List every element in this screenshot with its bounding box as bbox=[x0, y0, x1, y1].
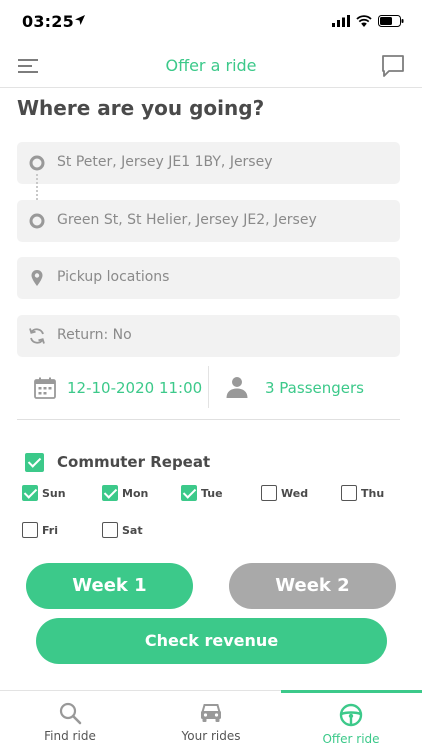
commuter-repeat-label: Commuter Repeat bbox=[57, 453, 211, 471]
commuter-repeat-checkbox[interactable] bbox=[25, 453, 44, 472]
day-checkbox-wed[interactable] bbox=[261, 485, 277, 501]
section-heading: Where are you going? bbox=[17, 96, 265, 120]
pickup-locations-field[interactable]: Pickup locations bbox=[17, 257, 400, 299]
steering-wheel-icon bbox=[339, 703, 363, 727]
to-location-field[interactable]: Green St, St Helier, Jersey JE2, Jersey bbox=[17, 200, 400, 242]
day-label-wed: Wed bbox=[281, 487, 309, 500]
day-checkbox-sun[interactable] bbox=[22, 485, 38, 501]
day-checkbox-sat[interactable] bbox=[102, 522, 118, 538]
week-1-button[interactable]: Week 1 bbox=[26, 563, 193, 609]
signal-icon bbox=[332, 15, 350, 27]
day-checkbox-fri[interactable] bbox=[22, 522, 38, 538]
tab-label-find-ride: Find ride bbox=[44, 729, 96, 743]
from-location-field[interactable]: St Peter, Jersey JE1 1BY, Jersey bbox=[17, 142, 400, 184]
chat-icon[interactable] bbox=[380, 53, 406, 79]
calendar-icon bbox=[34, 377, 56, 399]
section-divider bbox=[17, 419, 400, 420]
car-icon bbox=[201, 704, 221, 722]
passengers-value[interactable]: 3 Passengers bbox=[265, 379, 364, 397]
destination-circle-icon bbox=[29, 213, 45, 229]
nav-bar: Offer a ride bbox=[0, 44, 422, 88]
location-pin-icon bbox=[31, 270, 43, 286]
person-icon bbox=[226, 377, 248, 398]
origin-circle-icon bbox=[29, 155, 45, 171]
tab-bar: Find ride Your rides Offer ride bbox=[0, 690, 422, 750]
day-label-mon: Mon bbox=[122, 487, 149, 500]
tab-offer-ride[interactable]: Offer ride bbox=[281, 691, 421, 750]
day-label-tue: Tue bbox=[201, 487, 223, 500]
to-location-text: Green St, St Helier, Jersey JE2, Jersey bbox=[57, 212, 317, 228]
tab-find-ride[interactable]: Find ride bbox=[0, 691, 140, 750]
status-bar: 03:25 bbox=[0, 0, 422, 44]
day-checkbox-tue[interactable] bbox=[181, 485, 197, 501]
schedule-row: 12-10-2020 11:00 3 Passengers bbox=[0, 362, 422, 420]
page-title: Offer a ride bbox=[165, 56, 257, 75]
check-revenue-button[interactable]: Check revenue bbox=[36, 618, 387, 664]
pickup-locations-text: Pickup locations bbox=[57, 269, 170, 285]
wifi-icon bbox=[356, 15, 372, 27]
day-checkbox-mon[interactable] bbox=[102, 485, 118, 501]
schedule-divider bbox=[208, 366, 209, 408]
from-location-text: St Peter, Jersey JE1 1BY, Jersey bbox=[57, 154, 273, 170]
tab-your-rides[interactable]: Your rides bbox=[141, 691, 281, 750]
refresh-icon bbox=[29, 328, 45, 344]
week-2-button[interactable]: Week 2 bbox=[229, 563, 396, 609]
return-text: Return: No bbox=[57, 327, 132, 343]
tab-label-offer-ride: Offer ride bbox=[322, 732, 380, 746]
status-indicators bbox=[332, 14, 404, 28]
day-label-thu: Thu bbox=[361, 487, 385, 500]
status-time: 03:25 bbox=[22, 12, 74, 31]
return-field[interactable]: Return: No bbox=[17, 315, 400, 357]
battery-icon bbox=[378, 15, 404, 27]
day-label-sun: Sun bbox=[42, 487, 66, 500]
tab-label-your-rides: Your rides bbox=[181, 729, 241, 743]
location-arrow-icon bbox=[75, 15, 85, 25]
datetime-value[interactable]: 12-10-2020 11:00 bbox=[67, 379, 202, 397]
day-checkbox-thu[interactable] bbox=[341, 485, 357, 501]
day-label-sat: Sat bbox=[122, 524, 143, 537]
search-icon bbox=[59, 702, 82, 725]
day-label-fri: Fri bbox=[42, 524, 59, 537]
